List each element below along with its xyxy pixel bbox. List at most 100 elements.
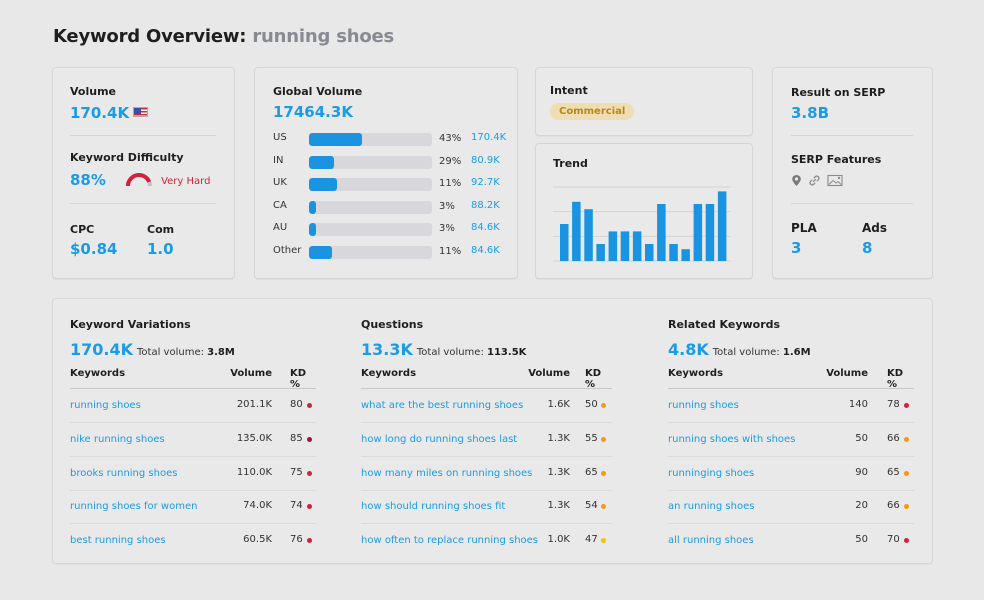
keyword-link[interactable]: running shoes with shoes	[668, 434, 795, 445]
trend-bar[interactable]	[596, 244, 605, 261]
difficulty-dot-icon	[904, 538, 909, 544]
keyword-section: Related Keywords 4.8K Total volume: 1.6M Ke…	[668, 299, 914, 563]
column-header-volume[interactable]: Volume	[230, 368, 272, 379]
country-volume: 92.7K	[471, 177, 500, 189]
trend-bar[interactable]	[645, 244, 654, 261]
trend-chart	[553, 186, 731, 262]
country-share-fill	[309, 178, 338, 192]
keyword-volume: 1.6K	[547, 399, 570, 410]
column-header-keywords[interactable]: Keywords	[361, 368, 416, 379]
ads-label: Ads	[862, 221, 888, 235]
country-share-bar	[309, 200, 432, 214]
country-share-bar	[309, 133, 432, 146]
difficulty-dot-icon	[601, 504, 606, 510]
keyword-link[interactable]: an running shoes	[668, 501, 754, 512]
keyword-difficulty: 78	[887, 399, 900, 410]
divider	[70, 135, 216, 136]
country-percent: 11%	[439, 246, 462, 257]
intent-card: Intent Commercial	[535, 67, 753, 136]
trend-bar[interactable]	[669, 244, 678, 261]
country-share-fill	[309, 200, 317, 214]
divider	[791, 203, 913, 204]
keyword-link[interactable]: nike running shoes	[70, 434, 165, 445]
result-on-serp-label: Result on SERP	[791, 86, 886, 99]
intent-badge: Commercial	[550, 103, 635, 120]
keyword-difficulty: 75	[290, 466, 303, 478]
keyword-link[interactable]: how should running shoes fit	[361, 501, 505, 512]
pla-value: 3	[791, 239, 802, 257]
section-total: 170.4K Total volume: 3.8M	[70, 340, 235, 359]
country-code: Other	[273, 245, 302, 256]
intent-label: Intent	[550, 84, 588, 97]
trend-bar[interactable]	[632, 231, 642, 261]
section-count: 170.4K	[70, 340, 134, 359]
trend-bar[interactable]	[584, 209, 593, 261]
trend-bar[interactable]	[620, 231, 630, 261]
trend-bar[interactable]	[705, 204, 715, 261]
country-volume: 88.2K	[471, 199, 500, 211]
table-row: an running shoes 20 66	[668, 490, 914, 525]
country-code: UK	[273, 177, 287, 189]
trend-bar[interactable]	[717, 191, 727, 261]
country-volume: 170.4K	[471, 132, 507, 143]
keyword-link[interactable]: brooks running shoes	[70, 468, 177, 479]
country-code: IN	[273, 154, 284, 166]
column-header-keywords[interactable]: Keywords	[668, 368, 723, 379]
keyword-link[interactable]: how long do running shoes last	[361, 434, 517, 445]
country-row: UK 11% 92.7K	[273, 177, 513, 192]
column-header-keywords[interactable]: Keywords	[70, 368, 125, 379]
trend-bar[interactable]	[560, 224, 569, 261]
keyword-link[interactable]: running shoes	[70, 400, 141, 411]
table-row: how long do running shoes last 1.3K 55	[361, 423, 612, 457]
keyword-difficulty: 65	[585, 466, 598, 478]
table-row: how should running shoes fit 1.3K 54	[361, 490, 612, 525]
map-pin-icon[interactable]	[791, 174, 802, 187]
trend-bar[interactable]	[681, 249, 690, 261]
keyword-volume: 110.0K	[236, 466, 272, 478]
country-share-fill	[309, 133, 362, 146]
keyword-volume: 20	[855, 500, 868, 512]
difficulty-dot-icon	[601, 470, 606, 476]
column-header-kd[interactable]: KD %	[887, 368, 914, 390]
difficulty-dot-icon	[904, 470, 909, 476]
keyword-link[interactable]: best running shoes	[70, 535, 166, 546]
image-icon[interactable]	[827, 174, 843, 187]
table-row: running shoes for women 74.0K 74	[70, 490, 316, 525]
divider	[791, 135, 913, 136]
keyword-link[interactable]: how many miles on running shoes	[361, 468, 532, 479]
serp-card: Result on SERP 3.8B SERP Features PLA 3 …	[772, 67, 933, 279]
keyword-volume: 1.3K	[547, 500, 570, 512]
keyword-link[interactable]: running shoes for women	[70, 501, 197, 512]
trend-bar[interactable]	[608, 231, 618, 261]
page-title: Keyword Overview: running shoes	[53, 26, 394, 47]
column-header-kd[interactable]: KD %	[585, 368, 612, 390]
keyword-link[interactable]: how often to replace running shoes	[361, 535, 538, 546]
result-on-serp-value: 3.8B	[791, 104, 830, 122]
section-count: 13.3K	[361, 340, 413, 359]
country-code: US	[273, 132, 287, 143]
table-row: brooks running shoes 110.0K 75	[70, 457, 316, 491]
table-row: how often to replace running shoes 1.0K 47	[361, 524, 612, 558]
competition-label: Com	[147, 223, 175, 236]
keyword-difficulty: 76	[290, 534, 303, 546]
divider	[70, 203, 216, 204]
cpc-label: CPC	[70, 223, 95, 236]
difficulty-gauge-icon	[126, 173, 152, 187]
column-header-volume[interactable]: Volume	[826, 368, 868, 379]
table-row: best running shoes 60.5K 76	[70, 524, 316, 558]
keyword-link[interactable]: runninging shoes	[668, 468, 754, 479]
trend-bar[interactable]	[657, 204, 666, 261]
link-icon[interactable]	[808, 174, 821, 187]
country-volume: 84.6K	[471, 245, 500, 256]
keyword-link[interactable]: what are the best running shoes	[361, 400, 523, 411]
trend-bar[interactable]	[572, 201, 581, 261]
column-header-kd[interactable]: KD %	[290, 368, 316, 390]
country-code: CA	[273, 199, 287, 211]
column-header-volume[interactable]: Volume	[528, 368, 570, 379]
global-volume-label: Global Volume	[273, 85, 363, 98]
keyword-difficulty: 66	[887, 500, 900, 512]
country-share-fill	[309, 223, 317, 237]
keyword-link[interactable]: running shoes	[668, 400, 739, 411]
keyword-link[interactable]: all running shoes	[668, 535, 754, 546]
trend-bar[interactable]	[693, 204, 703, 261]
